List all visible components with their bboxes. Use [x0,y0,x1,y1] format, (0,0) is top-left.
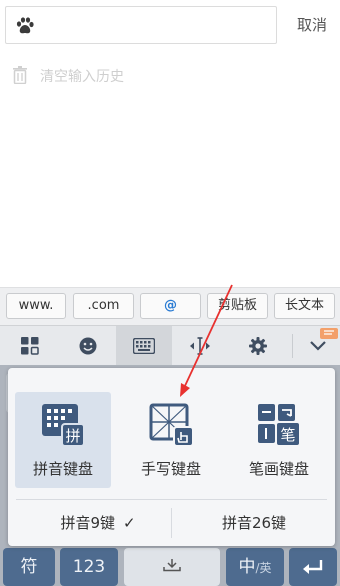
search-bar: 取消 [0,0,340,52]
mode-label: 拼音9键 [60,514,115,532]
option-label: 拼音键盘 [32,460,93,478]
handwriting-keyboard-icon [149,403,194,447]
settings-button[interactable] [236,326,280,366]
settings-icon [249,337,267,355]
emoji-icon [79,337,97,355]
popup-divider-vertical [171,508,172,538]
cursor-move-button[interactable] [178,326,222,366]
lang-main-label: 中 [238,557,256,577]
apps-icon [21,337,39,355]
keyboard-toolbar [0,325,340,366]
stroke-keyboard-icon: 笔 [258,404,301,447]
notification-badge-icon [320,328,338,339]
checkmark-icon: ✓ [122,514,136,532]
apps-button[interactable] [8,326,52,366]
chip-www[interactable]: www. [6,293,66,319]
symbol-key[interactable]: 符 [3,548,55,586]
language-switch-key[interactable]: 中/英 [226,548,284,586]
cursor-move-icon [190,337,210,355]
input-method-screen: 取消 清空输入历史 www. .com @ 剪贴板 长文本 符 123 中/英 … [0,0,340,586]
baidu-paw-icon [16,17,34,34]
voice-input-icon [163,559,181,572]
pinyin-keyboard-icon: 拼 [42,404,85,447]
keyboard-type-popup: 拼 拼音键盘 手写键盘 笔 笔画键盘 拼音9键 ✓ 拼音26键 [8,368,335,546]
chip-clipboard[interactable]: 剪贴板 [207,293,268,319]
chip-at[interactable]: @ [140,293,201,319]
option-label: 手写键盘 [140,460,201,478]
pinyin-badge: 拼 [65,427,80,445]
mode-pinyin-26-key[interactable]: 拼音26键 [180,501,328,545]
enter-arrow-icon [303,560,323,574]
keyboard-switch-button[interactable] [116,326,172,366]
clear-history-row[interactable]: 清空输入历史 [0,56,340,96]
toolbar-divider [292,334,293,358]
stroke-badge: 笔 [280,426,295,444]
chip-long-text[interactable]: 长文本 [274,293,335,319]
trash-icon [13,66,27,84]
option-pinyin-keyboard[interactable]: 拼 拼音键盘 [15,392,111,488]
mode-label: 拼音26键 [221,514,287,532]
shortcut-bar: www. .com @ 剪贴板 长文本 [0,287,340,325]
option-label: 笔画键盘 [248,460,309,478]
enter-key[interactable] [289,548,337,586]
emoji-button[interactable] [66,326,110,366]
option-handwriting-keyboard[interactable]: 手写键盘 [123,392,219,488]
number-key[interactable]: 123 [60,548,118,586]
lang-sub-label: /英 [255,561,272,575]
clear-history-label: 清空输入历史 [40,69,124,85]
search-input[interactable] [5,6,277,44]
option-stroke-keyboard[interactable]: 笔 笔画键盘 [231,392,327,488]
mode-pinyin-9-key[interactable]: 拼音9键 ✓ [28,501,168,545]
space-key[interactable] [124,548,220,586]
popup-divider [16,499,327,500]
chip-com[interactable]: .com [73,293,134,319]
keyboard-icon [133,338,155,354]
cancel-button[interactable]: 取消 [284,6,340,44]
